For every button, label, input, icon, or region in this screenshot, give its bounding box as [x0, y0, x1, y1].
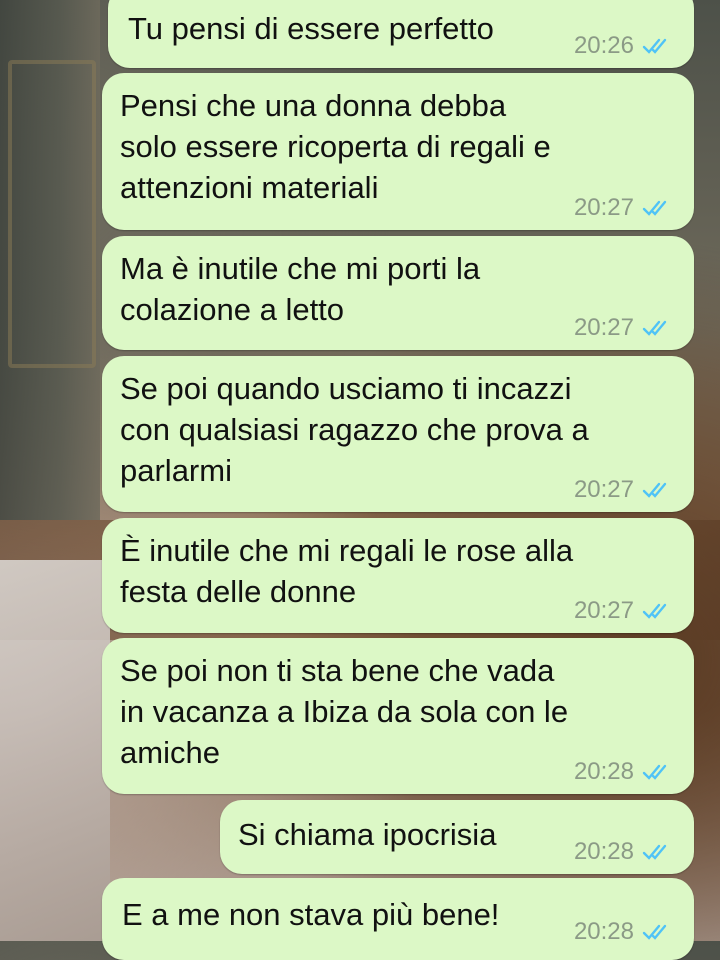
message-bubble[interactable]: Se poi quando usciamo ti incazzi con qua… [102, 356, 694, 512]
message-bubble[interactable]: Si chiama ipocrisia 20:28 [220, 800, 694, 874]
message-meta: 20:27 [574, 476, 672, 504]
double-check-icon [642, 480, 672, 500]
message-bubble[interactable]: Se poi non ti sta bene che vada in vacan… [102, 638, 694, 794]
message-meta: 20:27 [574, 194, 672, 222]
message-text: Pensi che una donna debba solo essere ri… [120, 88, 551, 205]
message-meta: 20:27 [574, 314, 672, 342]
message-time: 20:28 [573, 758, 634, 785]
double-check-icon [642, 318, 672, 338]
message-time: 20:28 [573, 838, 634, 865]
message-time: 20:26 [573, 32, 634, 59]
message-time: 20:28 [573, 918, 634, 945]
message-meta: 20:28 [574, 838, 672, 866]
message-time: 20:27 [573, 476, 634, 503]
message-text: Se poi quando usciamo ti incazzi con qua… [120, 371, 589, 488]
message-time: 20:27 [573, 314, 634, 341]
message-meta: 20:28 [574, 918, 672, 946]
message-text: Se poi non ti sta bene che vada in vacan… [120, 653, 569, 770]
message-bubble[interactable]: Ma è inutile che mi porti la colazione a… [102, 236, 694, 350]
double-check-icon [642, 922, 672, 942]
message-bubble[interactable]: Tu pensi di essere perfetto 20:26 [108, 0, 694, 68]
message-meta: 20:28 [574, 758, 672, 786]
double-check-icon [642, 762, 672, 782]
double-check-icon [642, 36, 672, 56]
message-meta: 20:26 [574, 32, 672, 60]
double-check-icon [642, 842, 672, 862]
message-bubble[interactable]: E a me non stava più bene! 20:28 [102, 878, 694, 960]
message-time: 20:27 [573, 597, 634, 624]
message-bubble[interactable]: È inutile che mi regali le rose alla fes… [102, 518, 694, 633]
double-check-icon [642, 601, 672, 621]
message-time: 20:27 [573, 194, 634, 221]
double-check-icon [642, 198, 672, 218]
message-bubble[interactable]: Pensi che una donna debba solo essere ri… [102, 73, 694, 230]
message-meta: 20:27 [574, 597, 672, 625]
wallpaper-frame [8, 60, 96, 368]
wallpaper-curtain [0, 560, 110, 941]
